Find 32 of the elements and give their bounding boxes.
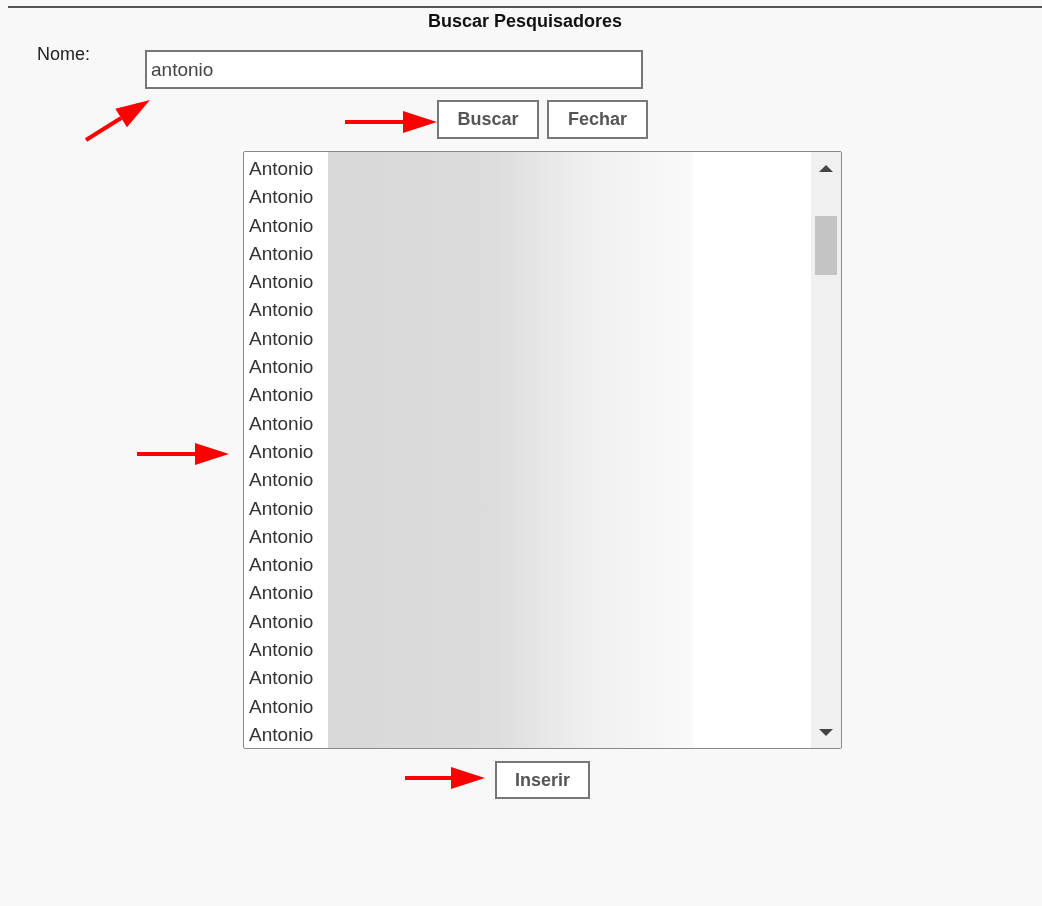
result-item[interactable]: Antonio <box>249 692 325 721</box>
field-label: Nome: <box>37 44 91 64</box>
results-listbox[interactable]: Antonio Antonio Antonio Antonio Antonio Antonio Antonio Antonio Antonio Antonio Antonio Antonio Antonio Antonio Antonio Antonio Antonio Antonio Antonio Antonio Antonio <box>243 151 842 749</box>
result-item[interactable]: Antonio <box>249 551 325 580</box>
result-item[interactable]: Antonio <box>249 353 325 382</box>
scroll-thumb[interactable] <box>815 216 837 275</box>
result-item[interactable]: Antonio <box>249 720 325 748</box>
result-item[interactable]: Antonio <box>249 607 325 637</box>
result-item[interactable]: Antonio <box>249 381 325 410</box>
result-item[interactable]: Antonio <box>249 664 325 693</box>
result-item[interactable]: Antonio <box>249 409 325 438</box>
name-field[interactable]: antonio <box>145 50 643 89</box>
result-item[interactable]: Antonio <box>249 494 325 523</box>
result-item[interactable]: Antonio <box>249 155 325 184</box>
scrollbar[interactable] <box>811 152 841 748</box>
result-item[interactable]: Antonio <box>249 296 325 325</box>
result-item[interactable]: Antonio <box>249 239 325 269</box>
insert-button[interactable]: Inserir <box>495 761 590 799</box>
search-button[interactable]: Buscar <box>437 100 539 139</box>
result-item[interactable]: Antonio <box>249 437 325 467</box>
result-item[interactable]: Antonio <box>249 183 325 212</box>
result-item[interactable]: Antonio <box>249 636 325 665</box>
scroll-down-icon[interactable] <box>819 729 833 736</box>
result-item[interactable]: Antonio <box>249 268 325 297</box>
result-item[interactable]: Antonio <box>249 466 325 495</box>
result-item[interactable]: Antonio <box>249 211 325 240</box>
dialog-title: Buscar Pesquisadores <box>8 6 1042 31</box>
scroll-up-icon[interactable] <box>819 165 833 172</box>
result-item[interactable]: Antonio <box>249 579 325 608</box>
result-item[interactable]: Antonio <box>249 324 325 354</box>
close-button[interactable]: Fechar <box>547 100 648 139</box>
result-item[interactable]: Antonio <box>249 522 325 552</box>
